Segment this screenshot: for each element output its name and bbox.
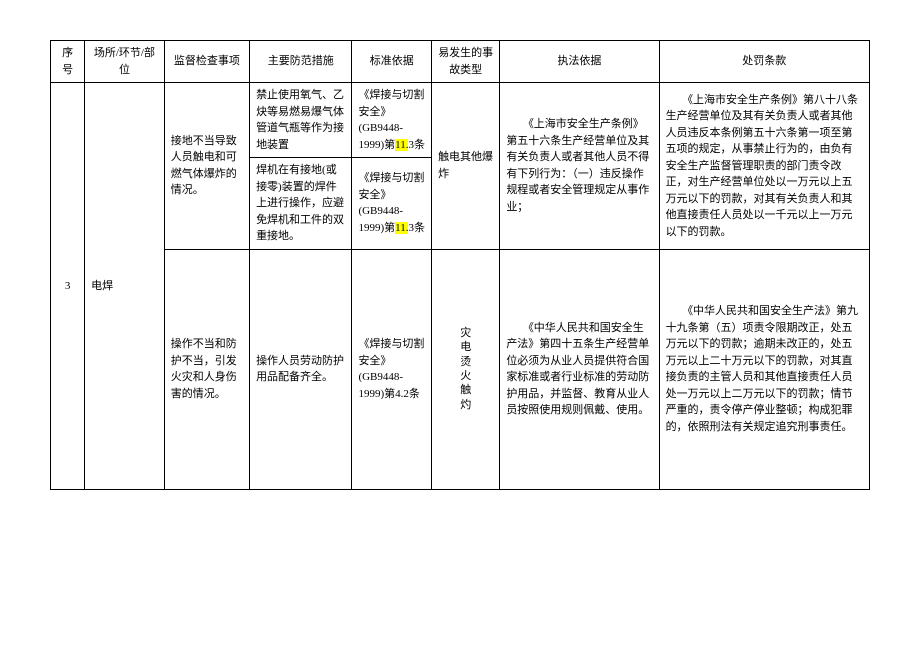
header-col2: 场所/环节/部位: [85, 41, 165, 83]
header-col5: 标准依据: [352, 41, 432, 83]
cell-num: 3: [51, 83, 85, 490]
cell-accident-1: 触电其他爆炸: [432, 83, 500, 250]
table-row: 3 电焊 接地不当导致人员触电和可燃气体爆炸的情况。 禁止使用氧气、乙炔等易燃易…: [51, 83, 870, 158]
cell-standard-3: 《焊接与切割安全》(GB9448-1999)第4.2条: [352, 249, 432, 489]
header-col4: 主要防范措施: [250, 41, 352, 83]
header-col3: 监督检查事项: [164, 41, 249, 83]
std1-hl: 11.: [395, 139, 408, 151]
cell-penalty-1: 《上海市安全生产条例》第八十八条生产经营单位及其有关负责人或者其他人员违反本条例…: [659, 83, 869, 250]
cell-standard-2: 《焊接与切割安全》(GB9448-1999)第11.3条: [352, 158, 432, 250]
cell-place: 电焊: [85, 83, 165, 490]
cell-measure-1: 禁止使用氧气、乙炔等易燃易爆气体管道气瓶等作为接地装置: [250, 83, 352, 158]
cell-inspect-3: 操作不当和防护不当，引发火灾和人身伤害的情况。: [164, 249, 249, 489]
std2-hl: 11.: [395, 222, 408, 234]
cell-accident-3: 灾电烫火触灼: [432, 249, 500, 489]
cell-inspect-1: 接地不当导致人员触电和可燃气体爆炸的情况。: [164, 83, 249, 250]
cell-measure-2: 焊机在有接地(或接零)装置的焊件上进行操作，应避免焊机和工件的双重接地。: [250, 158, 352, 250]
header-col1: 序号: [51, 41, 85, 83]
table-header-row: 序号 场所/环节/部位 监督检查事项 主要防范措施 标准依据 易发生的事故类型 …: [51, 41, 870, 83]
header-col7: 执法依据: [500, 41, 659, 83]
header-col6: 易发生的事故类型: [432, 41, 500, 83]
cell-measure-3: 操作人员劳动防护用品配备齐全。: [250, 249, 352, 489]
std2-suffix: 3条: [408, 222, 425, 234]
cell-standard-1: 《焊接与切割安全》(GB9448-1999)第11.3条: [352, 83, 432, 158]
regulations-table: 序号 场所/环节/部位 监督检查事项 主要防范措施 标准依据 易发生的事故类型 …: [50, 40, 870, 490]
std1-suffix: 3条: [408, 139, 425, 151]
header-col8: 处罚条款: [659, 41, 869, 83]
cell-law-1: 《上海市安全生产条例》第五十六条生产经营单位及其有关负责人或者其他人员不得有下列…: [500, 83, 659, 250]
table-row: 操作不当和防护不当，引发火灾和人身伤害的情况。 操作人员劳动防护用品配备齐全。 …: [51, 249, 870, 489]
cell-law-3: 《中华人民共和国安全生产法》第四十五条生产经营单位必须为从业人员提供符合国家标准…: [500, 249, 659, 489]
cell-penalty-3: 《中华人民共和国安全生产法》第九十九条第（五）项责令限期改正，处五万元以下的罚款…: [659, 249, 869, 489]
